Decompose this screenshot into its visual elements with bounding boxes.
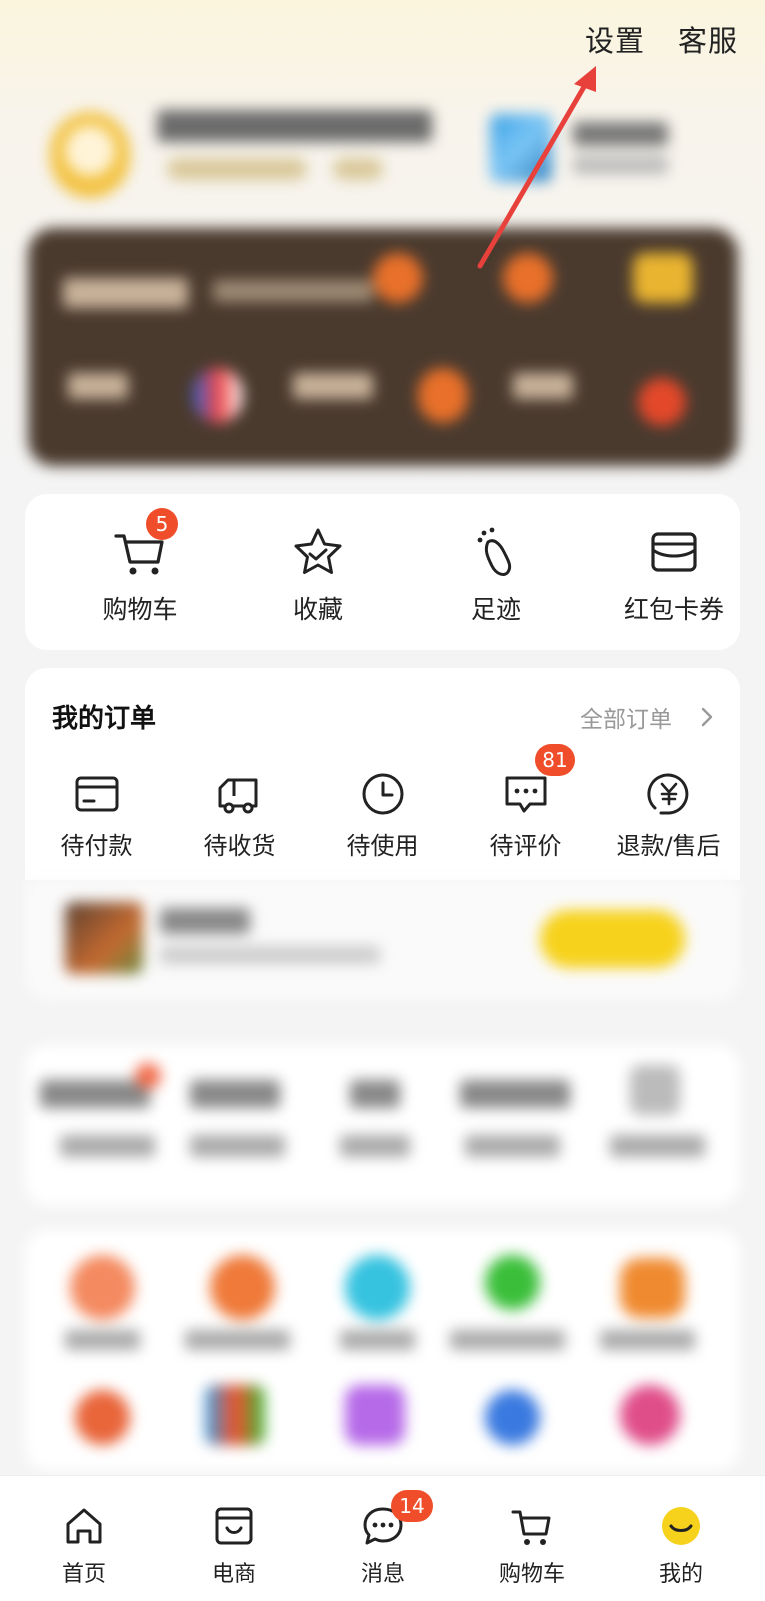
order-refund-aftersale-label: 退款/售后 — [616, 832, 721, 860]
chevron-right-icon — [701, 707, 713, 727]
quick-action-cart-label: 购物车 — [102, 595, 178, 624]
card-icon — [75, 776, 119, 812]
all-orders-label: 全部订单 — [580, 707, 672, 733]
star-icon — [294, 528, 342, 574]
all-orders-link[interactable]: 全部订单 — [580, 700, 720, 734]
orders-title: 我的订单 — [52, 704, 157, 734]
blurred-service-grid — [25, 1230, 740, 1470]
quick-action-favorites[interactable]: 收藏 — [228, 494, 408, 644]
order-pending-payment-label: 待付款 — [60, 832, 133, 860]
home-icon — [66, 1508, 102, 1544]
tab-home-label: 首页 — [61, 1562, 106, 1587]
tab-mine[interactable]: 我的 — [621, 1490, 741, 1600]
quick-action-coupons-label: 红包卡券 — [623, 595, 724, 624]
refund-icon — [647, 773, 689, 815]
tab-cart[interactable]: 购物车 — [472, 1490, 592, 1600]
clock-icon — [362, 773, 404, 815]
tab-messages-label: 消息 — [360, 1562, 405, 1587]
quick-action-cart[interactable]: 5 购物车 — [50, 494, 230, 644]
order-pending-use-label: 待使用 — [346, 832, 419, 860]
quick-action-footprint[interactable]: 足迹 — [406, 494, 586, 644]
quick-action-footprint-label: 足迹 — [470, 595, 521, 624]
order-pending-payment[interactable]: 待付款 — [25, 760, 168, 870]
footprint-icon — [477, 527, 512, 576]
my-orders-card: 我的订单 全部订单 待付款 待收货 待使用 81 待评价 退款/售后 — [25, 668, 740, 880]
blurred-stats-row — [25, 1045, 740, 1205]
annotation-arrow — [477, 66, 596, 269]
tab-home[interactable]: 首页 — [24, 1490, 144, 1600]
tab-mine-label: 我的 — [658, 1562, 703, 1587]
order-preview[interactable] — [25, 880, 740, 1000]
wallet-icon — [651, 532, 697, 572]
order-pending-review[interactable]: 81 待评价 — [454, 744, 597, 870]
tab-messages[interactable]: 14 消息 — [323, 1490, 443, 1600]
comment-icon — [505, 776, 547, 813]
tab-shop[interactable]: 电商 — [174, 1490, 294, 1600]
tab-cart-label: 购物车 — [498, 1562, 565, 1587]
order-pending-use[interactable]: 待使用 — [311, 760, 454, 870]
truck-icon — [218, 778, 258, 814]
order-pending-receipt[interactable]: 待收货 — [168, 760, 311, 870]
order-refund-aftersale[interactable]: 退款/售后 — [597, 760, 740, 870]
quick-actions-card: 5 购物车 收藏 足迹 红包卡券 — [25, 494, 740, 650]
quick-action-favorites-label: 收藏 — [292, 595, 343, 624]
cart-count-badge: 5 — [146, 508, 178, 540]
cart-icon — [511, 1510, 551, 1545]
tab-shop-label: 电商 — [211, 1562, 256, 1587]
order-pending-review-label: 待评价 — [489, 832, 562, 860]
order-pending-receipt-label: 待收货 — [203, 832, 276, 860]
shop-box-icon — [215, 1507, 253, 1545]
review-count-badge: 81 — [535, 744, 575, 776]
messages-count-badge: 14 — [391, 1490, 433, 1522]
quick-action-coupons[interactable]: 红包卡券 — [584, 494, 764, 644]
smiley-icon — [662, 1507, 700, 1545]
